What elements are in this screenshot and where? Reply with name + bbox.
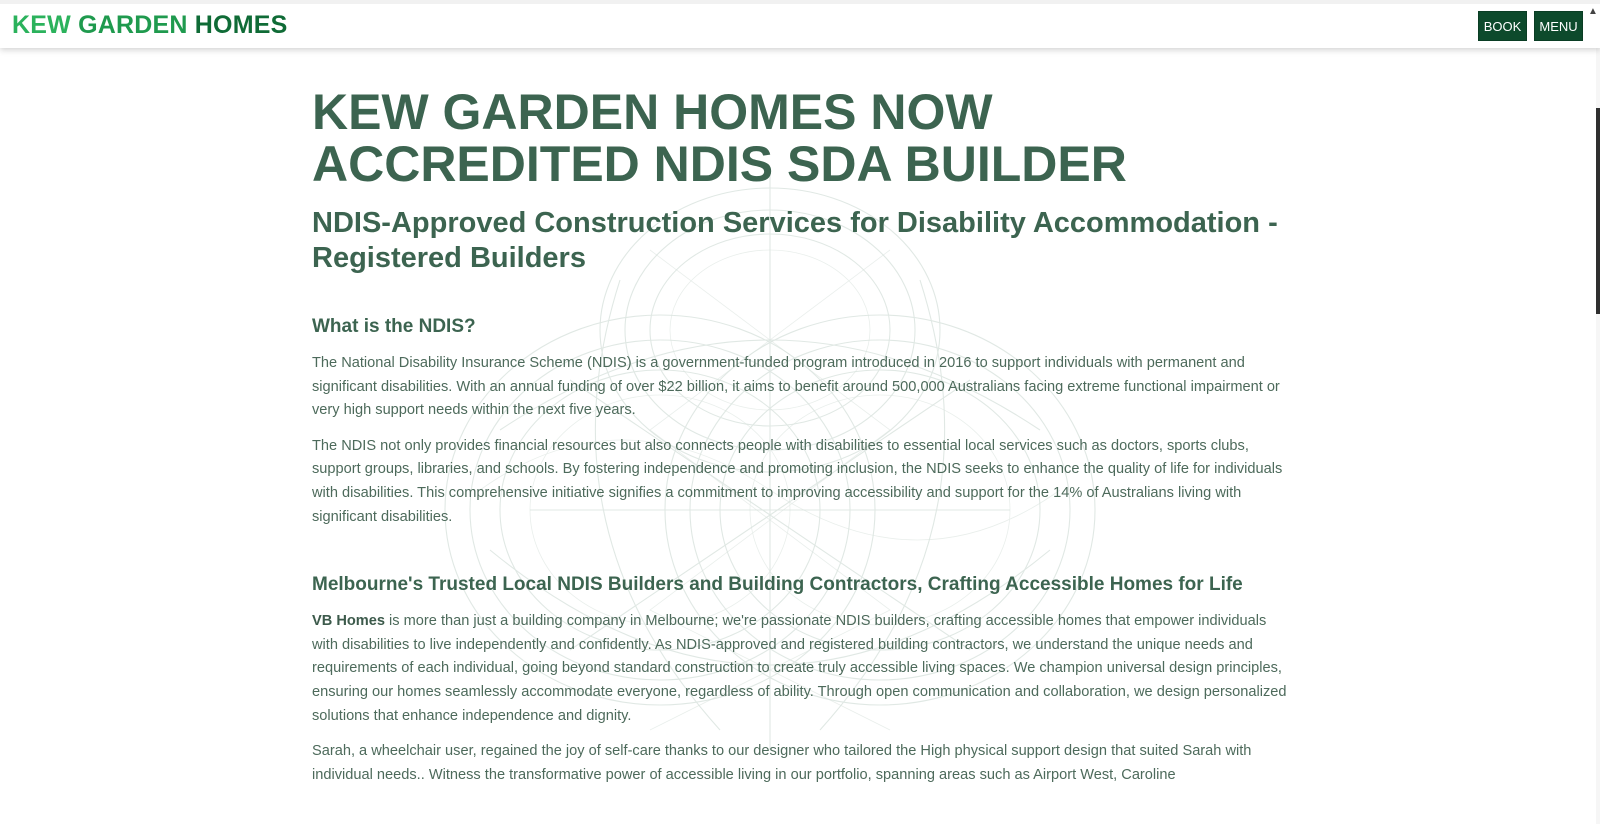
page-subtitle: NDIS-Approved Construction Services for … — [312, 207, 1278, 274]
page-title: KEW GARDEN HOMES NOW ACCREDITED NDIS SDA… — [312, 84, 1127, 192]
paragraph-text: is more than just a building company in … — [312, 613, 1287, 724]
section-paragraph: VB Homes is more than just a building co… — [312, 610, 1288, 728]
header-top-line — [0, 0, 1600, 4]
logo-word-homes: HOMES — [194, 11, 288, 39]
section-paragraph: The National Disability Insurance Scheme… — [312, 355, 1280, 419]
section-heading-trusted-builders: Melbourne's Trusted Local NDIS Builders … — [312, 574, 1243, 596]
site-logo[interactable]: KEW GARDEN HOMES — [12, 11, 287, 40]
page-scrollbar[interactable] — [1596, 48, 1600, 824]
scroll-up-icon[interactable]: ▲ — [1588, 6, 1598, 17]
logo-word-kew: KEW — [12, 11, 71, 39]
menu-button[interactable]: MENU — [1534, 11, 1583, 41]
section-paragraph: The NDIS not only provides financial res… — [312, 437, 1283, 525]
article-content: KEW GARDEN HOMES NOW ACCREDITED NDIS SDA… — [312, 86, 1288, 787]
scrollbar-thumb[interactable] — [1596, 108, 1600, 314]
book-button[interactable]: BOOK — [1478, 11, 1527, 41]
section-paragraph: Sarah, a wheelchair user, regained the j… — [312, 743, 1252, 783]
section-heading-what-is-ndis: What is the NDIS? — [312, 316, 476, 337]
company-name: VB Homes — [312, 613, 385, 630]
logo-word-garden: GARDEN — [78, 11, 188, 39]
site-header: KEW GARDEN HOMES BOOK MENU ▲ — [0, 0, 1600, 48]
